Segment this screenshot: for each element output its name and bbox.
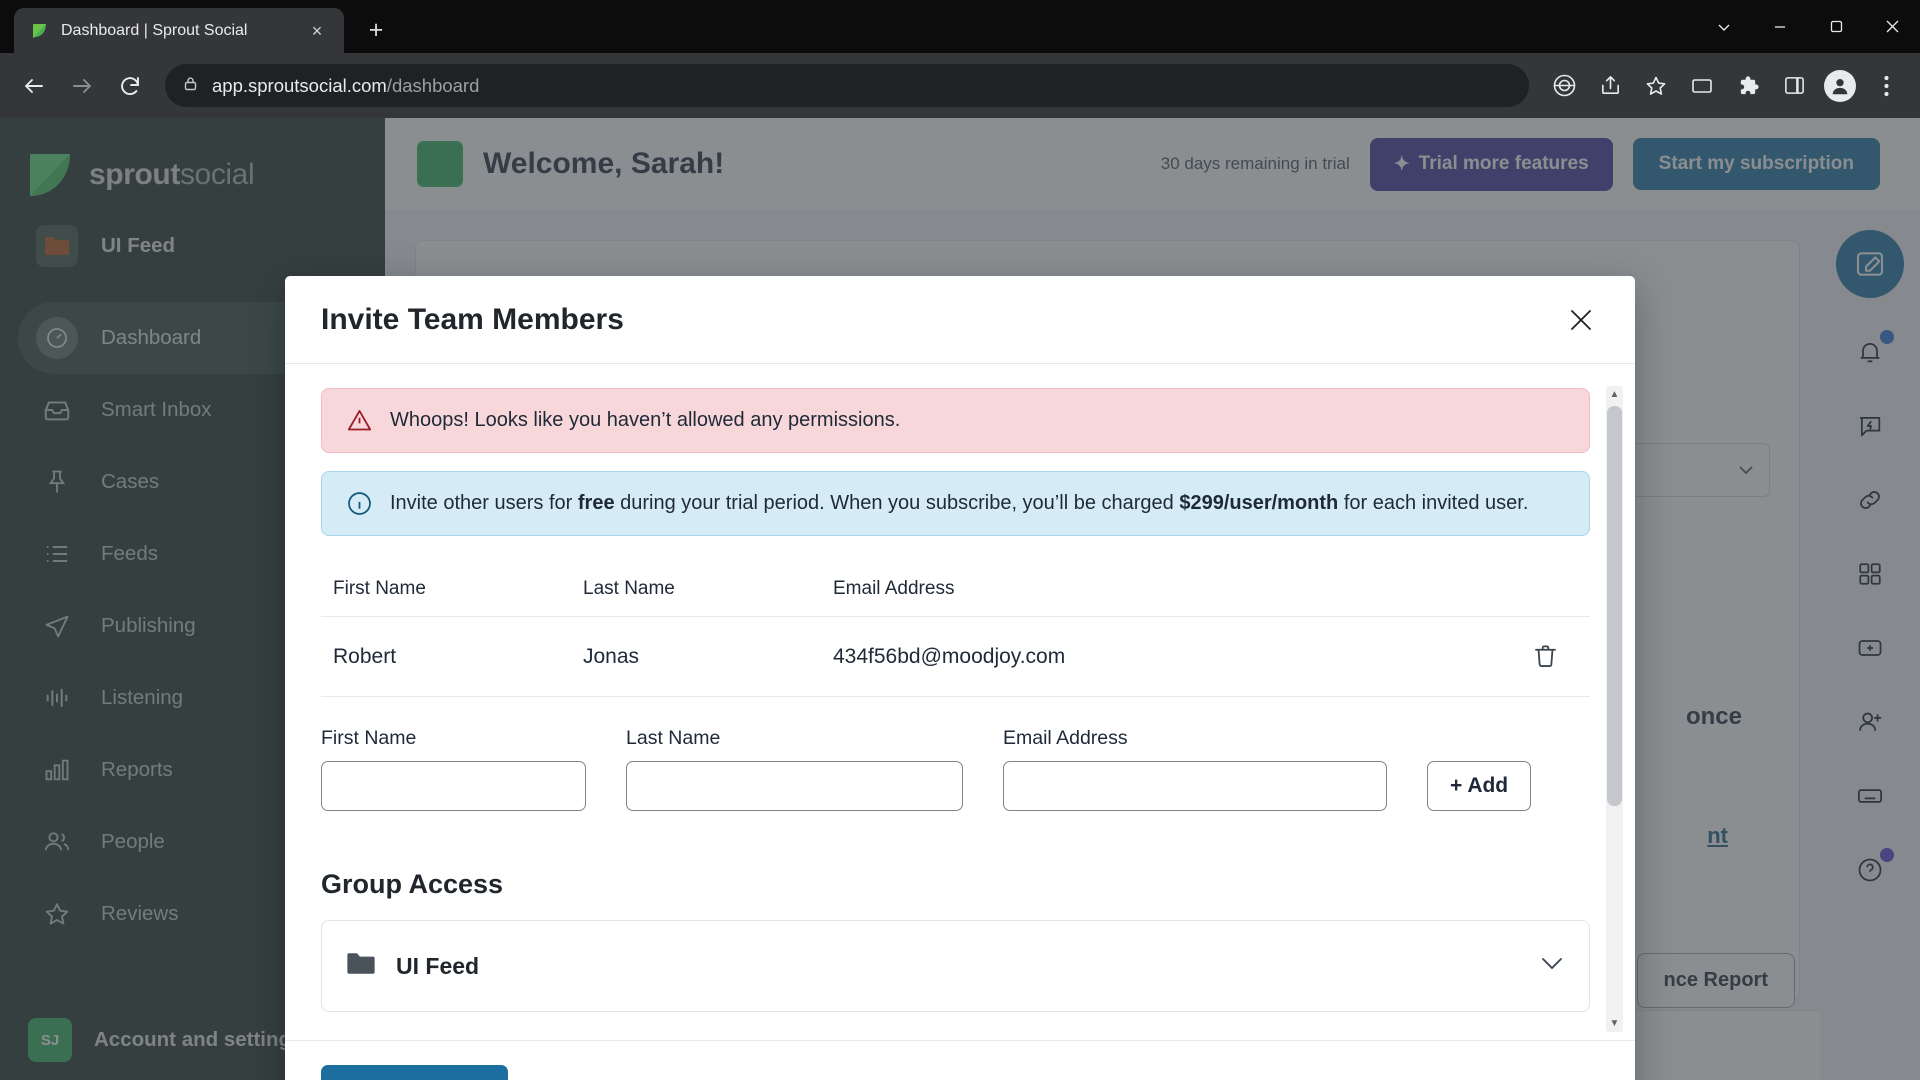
url-path: /dashboard: [386, 74, 480, 96]
column-header-first-name: First Name: [333, 578, 426, 599]
scroll-up-arrow-icon[interactable]: ▲: [1606, 386, 1623, 403]
profile-icon[interactable]: [1818, 64, 1862, 108]
share-icon[interactable]: [1588, 64, 1632, 108]
first-name-input[interactable]: [321, 761, 586, 811]
back-icon[interactable]: [12, 64, 56, 108]
info-price-bold: $299/user/month: [1179, 492, 1339, 514]
browser-toolbar: app.sproutsocial.com/dashboard: [0, 53, 1920, 118]
close-icon[interactable]: [1561, 300, 1601, 340]
sprout-leaf-icon: [30, 21, 50, 41]
add-user-button[interactable]: + Add: [1427, 761, 1532, 811]
browser-tab[interactable]: Dashboard | Sprout Social ×: [14, 8, 344, 53]
info-circle-icon: [344, 490, 374, 517]
maximize-icon[interactable]: [1808, 0, 1864, 53]
scroll-down-arrow-icon[interactable]: ▼: [1606, 1015, 1623, 1032]
cell-email-address: 434f56bd@moodjoy.com: [833, 644, 1066, 668]
modal-scrollbar[interactable]: ▲ ▼: [1606, 386, 1623, 1032]
google-lens-icon[interactable]: [1542, 64, 1586, 108]
lock-icon: [182, 75, 199, 97]
chevron-down-icon[interactable]: [1696, 0, 1752, 53]
reload-icon[interactable]: [108, 64, 152, 108]
side-panel-icon[interactable]: [1772, 64, 1816, 108]
info-part-1: Invite other users for: [390, 492, 578, 514]
permissions-error-alert: Whoops! Looks like you haven’t allowed a…: [321, 388, 1590, 453]
window-controls: [1696, 0, 1920, 53]
info-part-2: during your trial period. When you subsc…: [614, 492, 1180, 514]
cast-icon[interactable]: [1680, 64, 1724, 108]
info-free-bold: free: [577, 492, 615, 514]
page-title: Invite Team Members: [321, 302, 624, 336]
page-content: Welcome, Sarah! 30 days remaining in tri…: [0, 118, 1920, 1080]
tab-title: Dashboard | Sprout Social: [61, 21, 248, 39]
forward-icon[interactable]: [60, 64, 104, 108]
email-address-field-group: Email Address: [1003, 727, 1387, 811]
trial-pricing-info-alert: Invite other users for free during your …: [321, 471, 1590, 536]
trash-icon[interactable]: [1523, 643, 1567, 670]
new-invite-entry-row: First Name Last Name Email Address + Add: [321, 697, 1590, 819]
info-part-3: for each invited user.: [1338, 492, 1529, 514]
cell-first-name: Robert: [333, 644, 397, 668]
toolbar-actions: [1542, 64, 1908, 108]
minimize-icon[interactable]: [1752, 0, 1808, 53]
url-host: app.sproutsocial.com: [212, 74, 387, 96]
bookmark-star-icon[interactable]: [1634, 64, 1678, 108]
modal-header: Invite Team Members: [285, 276, 1635, 364]
extensions-puzzle-icon[interactable]: [1726, 64, 1770, 108]
column-header-actions: [1500, 578, 1590, 600]
window-close-icon[interactable]: [1864, 0, 1920, 53]
tab-strip: Dashboard | Sprout Social × +: [0, 0, 1920, 53]
table-row: Robert Jonas 434f56bd@moodjoy.com: [321, 617, 1590, 697]
invite-team-members-modal: Invite Team Members Whoops! Looks like y…: [285, 276, 1635, 1080]
chrome-menu-icon[interactable]: [1864, 64, 1908, 108]
chevron-down-icon[interactable]: [1541, 957, 1563, 976]
warning-triangle-icon: [344, 407, 374, 434]
folder-icon: [346, 951, 376, 981]
send-invites-button[interactable]: Send Invites: [321, 1065, 509, 1080]
column-header-last-name: Last Name: [583, 578, 675, 599]
group-access-item[interactable]: UI Feed: [321, 920, 1590, 1012]
modal-body: Whoops! Looks like you haven’t allowed a…: [285, 364, 1635, 1040]
cell-actions: [1500, 643, 1590, 670]
column-header-email-address: Email Address: [833, 578, 955, 599]
first-name-field-group: First Name: [321, 727, 586, 811]
last-name-label: Last Name: [626, 727, 721, 749]
email-address-label: Email Address: [1003, 727, 1128, 749]
cell-last-name: Jonas: [583, 644, 640, 668]
alert-text: Whoops! Looks like you haven’t allowed a…: [390, 409, 901, 431]
first-name-label: First Name: [321, 727, 417, 749]
group-access-name: UI Feed: [396, 952, 480, 979]
last-name-field-group: Last Name: [626, 727, 963, 811]
invites-table-header: First Name Last Name Email Address: [321, 554, 1590, 617]
modal-scrollbar-thumb[interactable]: [1607, 406, 1622, 806]
address-bar[interactable]: app.sproutsocial.com/dashboard: [165, 64, 1529, 107]
alert-text: Invite other users for free during your …: [390, 492, 1528, 515]
url-text: app.sproutsocial.com/dashboard: [212, 75, 479, 97]
tab-close-icon[interactable]: ×: [304, 18, 330, 44]
last-name-input[interactable]: [626, 761, 963, 811]
new-tab-button[interactable]: +: [356, 10, 396, 50]
browser-window: Dashboard | Sprout Social × + app.sprout…: [0, 0, 1920, 1080]
email-field[interactable]: [1003, 761, 1387, 811]
group-access-heading: Group Access: [321, 869, 504, 899]
modal-footer: Send Invites: [285, 1040, 1635, 1080]
